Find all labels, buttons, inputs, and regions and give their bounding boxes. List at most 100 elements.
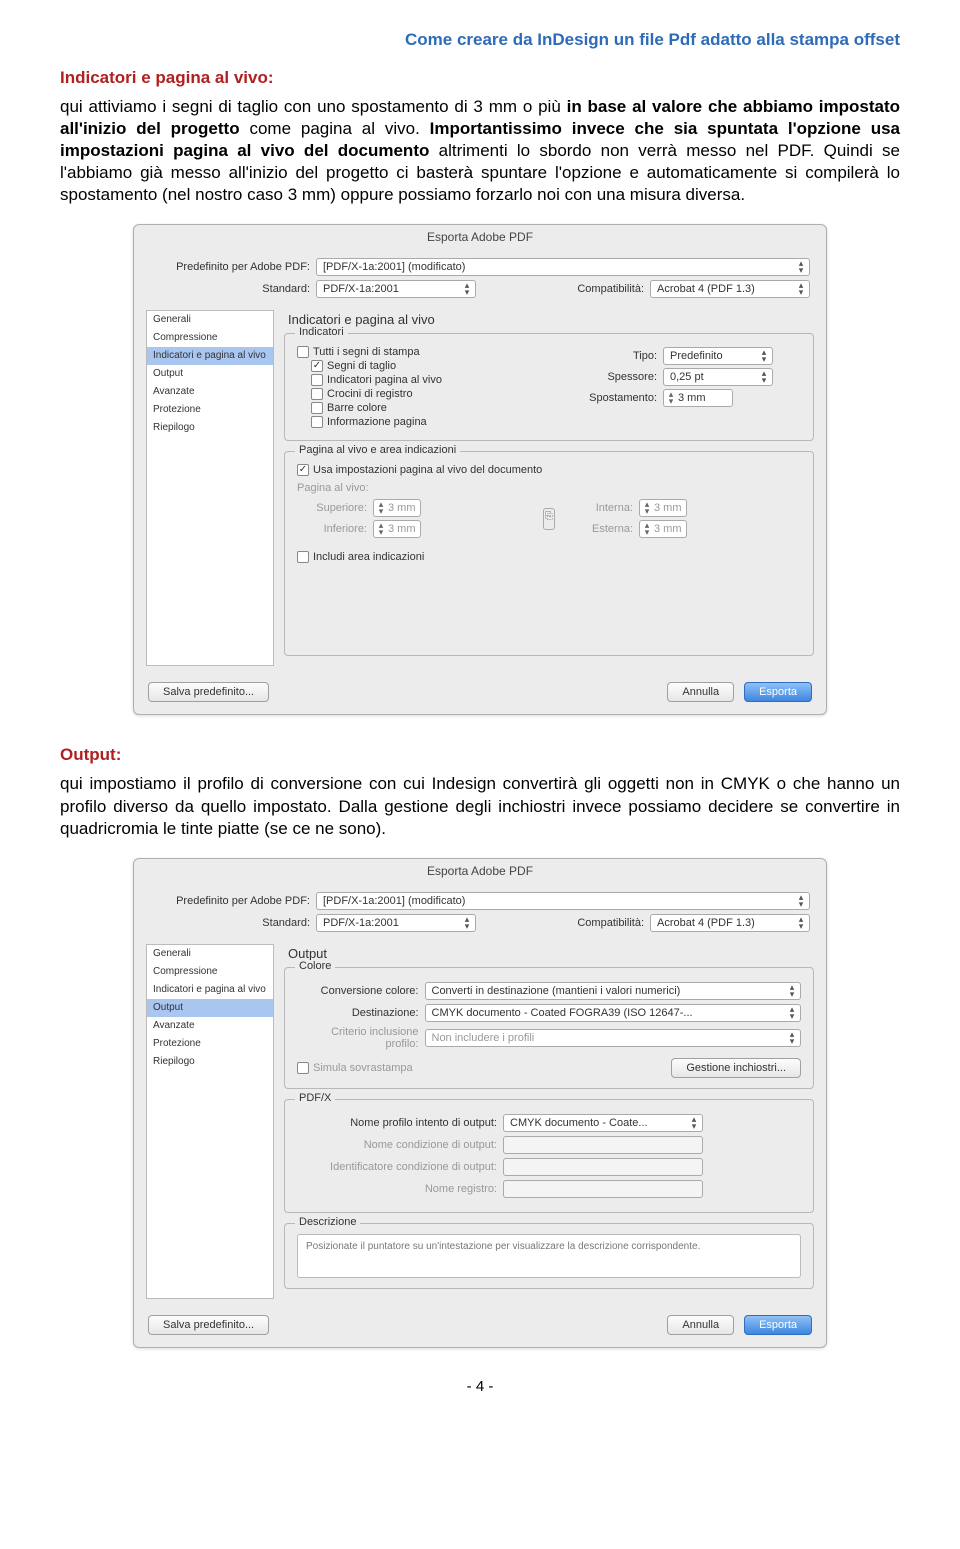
export-pdf-dialog-1: Esporta Adobe PDF Predefinito per Adobe … <box>133 224 827 715</box>
dialog-sidebar: Generali Compressione Indicatori e pagin… <box>146 944 274 1299</box>
sidebar-item[interactable]: Compressione <box>147 329 273 347</box>
bottom-label: Inferiore: <box>297 523 367 535</box>
sidebar-item[interactable]: Avanzate <box>147 1017 273 1035</box>
preset-combo[interactable]: [PDF/X-1a:2001] (modificato) ▴▾ <box>316 892 810 910</box>
dialog-title: Esporta Adobe PDF <box>134 225 826 250</box>
bottom-value: 3 mm <box>388 523 416 535</box>
export-button[interactable]: Esporta <box>744 1315 812 1335</box>
weight-value: 0,25 pt <box>670 371 704 383</box>
sidebar-item[interactable]: Riepilogo <box>147 419 273 437</box>
intent-name-combo[interactable]: CMYK documento - Coate...▴▾ <box>503 1114 703 1132</box>
preset-combo[interactable]: [PDF/X-1a:2001] (modificato) ▴▾ <box>316 258 810 276</box>
all-marks-checkbox[interactable] <box>297 346 309 358</box>
top-stepper: ▴▾3 mm <box>373 499 421 517</box>
updown-icon: ▴▾ <box>642 501 652 515</box>
updown-icon: ▴▾ <box>797 282 805 296</box>
bleed-label: Pagina al vivo: <box>297 482 801 494</box>
save-preset-button[interactable]: Salva predefinito... <box>148 1315 269 1335</box>
include-slug-label: Includi area indicazioni <box>313 551 424 563</box>
compat-combo[interactable]: Acrobat 4 (PDF 1.3) ▴▾ <box>650 914 810 932</box>
compat-combo[interactable]: Acrobat 4 (PDF 1.3) ▴▾ <box>650 280 810 298</box>
conversion-combo[interactable]: Converti in destinazione (mantieni i val… <box>425 982 802 1000</box>
use-doc-bleed-label: Usa impostazioni pagina al vivo del docu… <box>313 464 542 476</box>
use-doc-bleed-checkbox[interactable] <box>297 464 309 476</box>
cond-id-field <box>503 1158 703 1176</box>
export-button[interactable]: Esporta <box>744 682 812 702</box>
top-label: Superiore: <box>297 502 367 514</box>
section-1-title: Indicatori e pagina al vivo: <box>60 68 900 88</box>
updown-icon: ▴▾ <box>463 282 471 296</box>
conversion-value: Converti in destinazione (mantieni i val… <box>432 985 681 997</box>
pdfx-legend: PDF/X <box>295 1092 335 1104</box>
updown-icon: ▴▾ <box>642 522 652 536</box>
standard-label: Standard: <box>150 917 310 929</box>
dialog-sidebar: Generali Compressione Indicatori e pagin… <box>146 310 274 666</box>
description-box: Posizionate il puntatore su un'intestazi… <box>297 1234 801 1278</box>
panel-title: Indicatori e pagina al vivo <box>288 312 814 327</box>
page-number: - 4 - <box>60 1378 900 1395</box>
sidebar-item[interactable]: Protezione <box>147 1035 273 1053</box>
standard-value: PDF/X-1a:2001 <box>323 283 399 295</box>
standard-label: Standard: <box>150 283 310 295</box>
registry-label: Nome registro: <box>297 1183 497 1195</box>
marks-legend: Indicatori <box>295 326 348 338</box>
preset-label: Predefinito per Adobe PDF: <box>150 895 310 907</box>
compat-label: Compatibilità: <box>577 917 644 929</box>
crop-marks-checkbox[interactable] <box>311 360 323 372</box>
standard-value: PDF/X-1a:2001 <box>323 917 399 929</box>
sidebar-item[interactable]: Generali <box>147 945 273 963</box>
type-combo[interactable]: Predefinito▴▾ <box>663 347 773 365</box>
updown-icon: ▴▾ <box>463 916 471 930</box>
destination-value: CMYK documento - Coated FOGRA39 (ISO 126… <box>432 1007 693 1019</box>
conversion-label: Conversione colore: <box>297 985 419 997</box>
export-pdf-dialog-2: Esporta Adobe PDF Predefinito per Adobe … <box>133 858 827 1348</box>
dialog-top: Predefinito per Adobe PDF: [PDF/X-1a:200… <box>134 250 826 310</box>
sidebar-item[interactable]: Output <box>147 365 273 383</box>
compat-label: Compatibilità: <box>577 283 644 295</box>
all-marks-label: Tutti i segni di stampa <box>313 346 420 358</box>
page-info-label: Informazione pagina <box>327 416 427 428</box>
bleed-marks-label: Indicatori pagina al vivo <box>327 374 442 386</box>
link-icon <box>543 508 555 530</box>
cond-id-label: Identificatore condizione di output: <box>297 1161 497 1173</box>
sidebar-item[interactable]: Generali <box>147 311 273 329</box>
marks-fieldset: Indicatori Tutti i segni di stampa Segni… <box>284 333 814 441</box>
sidebar-item-selected[interactable]: Output <box>147 999 273 1017</box>
preset-label: Predefinito per Adobe PDF: <box>150 261 310 273</box>
offset-stepper[interactable]: ▴▾3 mm <box>663 389 733 407</box>
bleed-legend: Pagina al vivo e area indicazioni <box>295 444 460 456</box>
updown-icon: ▴▾ <box>376 522 386 536</box>
inside-stepper: ▴▾3 mm <box>639 499 687 517</box>
cancel-button[interactable]: Annulla <box>667 1315 734 1335</box>
updown-icon: ▴▾ <box>797 916 805 930</box>
page-info-checkbox[interactable] <box>311 416 323 428</box>
top-value: 3 mm <box>388 502 416 514</box>
sidebar-item[interactable]: Avanzate <box>147 383 273 401</box>
offset-label: Spostamento: <box>561 392 657 404</box>
standard-combo[interactable]: PDF/X-1a:2001 ▴▾ <box>316 914 476 932</box>
preset-value: [PDF/X-1a:2001] (modificato) <box>323 895 465 907</box>
ink-manager-button[interactable]: Gestione inchiostri... <box>671 1058 801 1078</box>
include-slug-checkbox[interactable] <box>297 551 309 563</box>
sidebar-item[interactable]: Indicatori e pagina al vivo <box>147 981 273 999</box>
sidebar-item-selected[interactable]: Indicatori e pagina al vivo <box>147 347 273 365</box>
registration-checkbox[interactable] <box>311 388 323 400</box>
page-header: Come creare da InDesign un file Pdf adat… <box>60 30 900 50</box>
inside-value: 3 mm <box>654 502 682 514</box>
updown-icon: ▴▾ <box>788 984 796 998</box>
bleed-marks-checkbox[interactable] <box>311 374 323 386</box>
weight-combo[interactable]: 0,25 pt ▴▾ <box>663 368 773 386</box>
color-bars-checkbox[interactable] <box>311 402 323 414</box>
save-preset-button[interactable]: Salva predefinito... <box>148 682 269 702</box>
sidebar-item[interactable]: Compressione <box>147 963 273 981</box>
intent-name-value: CMYK documento - Coate... <box>510 1117 648 1129</box>
destination-combo[interactable]: CMYK documento - Coated FOGRA39 (ISO 126… <box>425 1004 802 1022</box>
compat-value: Acrobat 4 (PDF 1.3) <box>657 283 755 295</box>
standard-combo[interactable]: PDF/X-1a:2001 ▴▾ <box>316 280 476 298</box>
updown-icon: ▴▾ <box>760 370 768 384</box>
cancel-button[interactable]: Annulla <box>667 682 734 702</box>
description-fieldset: Descrizione Posizionate il puntatore su … <box>284 1223 814 1289</box>
sidebar-item[interactable]: Riepilogo <box>147 1053 273 1071</box>
sidebar-item[interactable]: Protezione <box>147 401 273 419</box>
text: come pagina al vivo. <box>240 119 430 138</box>
